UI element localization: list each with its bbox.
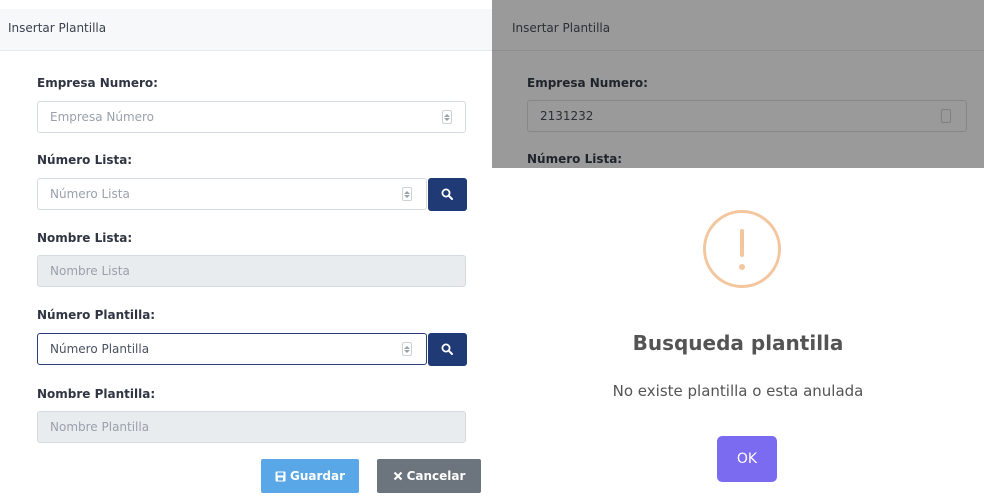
save-button[interactable]: Guardar xyxy=(261,459,359,493)
save-label: Guardar xyxy=(289,469,345,483)
warning-icon xyxy=(703,210,781,288)
nombre-plantilla-placeholder: Nombre Plantilla xyxy=(50,420,150,434)
nombre-plantilla-field: Nombre Plantilla xyxy=(37,411,466,443)
empresa-input[interactable]: Empresa Número xyxy=(37,101,466,133)
numero-plantilla-input[interactable]: Número Plantilla xyxy=(37,333,427,365)
numero-lista-label: Número Lista: xyxy=(37,153,133,167)
search-icon xyxy=(441,188,453,200)
background-empresa-field: 2131232 xyxy=(527,100,967,132)
nombre-plantilla-label: Nombre Plantilla: xyxy=(37,387,156,401)
cancel-button[interactable]: Cancelar xyxy=(377,459,481,493)
search-icon xyxy=(441,343,453,355)
numero-plantilla-stepper-icon[interactable] xyxy=(402,342,412,356)
numero-lista-input[interactable]: Número Lista xyxy=(37,178,427,210)
alert-message: No existe plantilla o esta anulada xyxy=(612,382,864,400)
nombre-lista-field: Nombre Lista xyxy=(37,255,466,287)
alert-title: Busqueda plantilla xyxy=(632,331,844,355)
search-plantilla-button[interactable] xyxy=(428,333,467,366)
save-icon xyxy=(275,471,286,481)
numero-plantilla-placeholder: Número Plantilla xyxy=(50,342,150,356)
background-form-title: Insertar Plantilla xyxy=(512,21,611,35)
form-title: Insertar Plantilla xyxy=(8,21,107,35)
nombre-lista-label: Nombre Lista: xyxy=(37,231,133,245)
empresa-placeholder: Empresa Número xyxy=(50,110,155,124)
empresa-stepper-icon[interactable] xyxy=(442,110,452,124)
cancel-label: Cancelar xyxy=(406,469,466,483)
insert-template-form: Insertar Plantilla Empresa Numero: Empre… xyxy=(0,0,492,502)
background-numero-lista-label: Número Lista: xyxy=(527,152,623,166)
empresa-label: Empresa Numero: xyxy=(37,76,158,90)
form-header: Insertar Plantilla xyxy=(0,9,492,51)
close-icon xyxy=(393,471,402,481)
background-stepper-icon xyxy=(941,109,951,123)
modal-backdrop[interactable]: Insertar Plantilla Empresa Numero: 21312… xyxy=(492,0,984,168)
background-empresa-value: 2131232 xyxy=(540,109,594,123)
background-form-header: Insertar Plantilla xyxy=(492,9,984,51)
search-lista-button[interactable] xyxy=(428,178,467,211)
alert-screen: Insertar Plantilla Empresa Numero: 21312… xyxy=(492,0,984,502)
nombre-lista-placeholder: Nombre Lista xyxy=(50,264,130,278)
background-empresa-label: Empresa Numero: xyxy=(527,76,648,90)
numero-plantilla-label: Número Plantilla: xyxy=(37,308,156,322)
ok-button[interactable]: OK xyxy=(717,436,777,482)
numero-lista-stepper-icon[interactable] xyxy=(402,187,412,201)
numero-lista-placeholder: Número Lista xyxy=(50,187,130,201)
